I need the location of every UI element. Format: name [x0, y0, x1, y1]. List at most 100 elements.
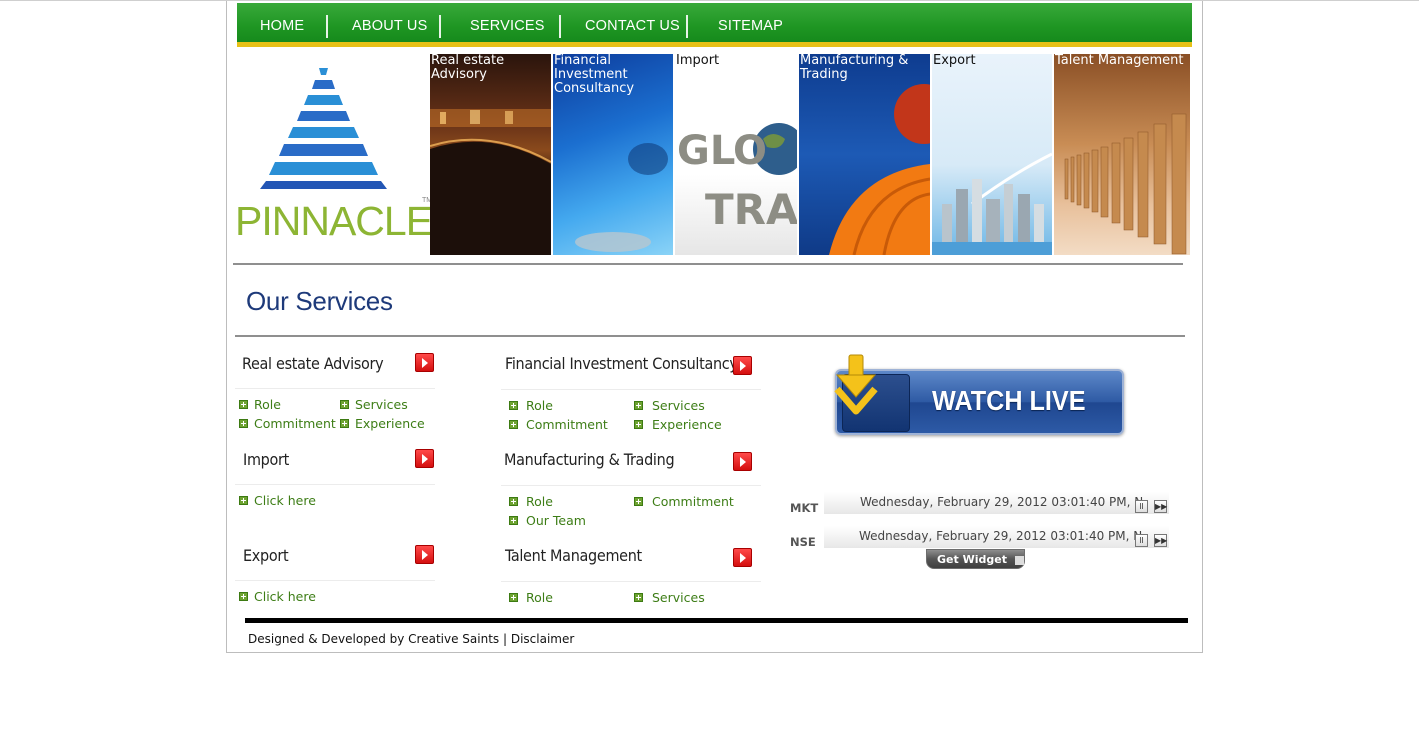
link-click-here[interactable]: Click here: [254, 493, 316, 508]
city-night-image: [430, 109, 551, 255]
fast-forward-icon[interactable]: ▶▶: [1154, 500, 1167, 513]
tile-label: Manufacturing & Trading: [800, 54, 909, 82]
get-widget-button[interactable]: Get Widget: [926, 549, 1025, 569]
link-commitment[interactable]: Commitment: [254, 416, 336, 431]
service-title-financial: Financial Investment Consultancy: [505, 354, 738, 373]
service-title-real-estate: Real estate Advisory: [242, 354, 384, 373]
nav-sitemap[interactable]: SITEMAP: [718, 3, 783, 42]
plus-bullet-icon: [239, 400, 248, 409]
plus-bullet-icon: [509, 401, 518, 410]
link-services[interactable]: Services: [355, 397, 408, 412]
plus-bullet-icon: [509, 593, 518, 602]
footer-bar: [245, 618, 1188, 623]
plus-bullet-icon: [634, 420, 643, 429]
service-rule: [235, 388, 435, 389]
logo-wordmark: PINNACLE: [235, 198, 433, 244]
nav-underline: [237, 42, 1192, 47]
svg-text:TRA: TRA: [705, 185, 797, 234]
tile-export[interactable]: Export: [932, 54, 1052, 255]
link-services[interactable]: Services: [652, 398, 705, 413]
link-commitment[interactable]: Commitment: [526, 417, 608, 432]
link-services[interactable]: Services: [652, 590, 705, 605]
plus-bullet-icon: [509, 516, 518, 525]
services-heading: Our Services: [246, 286, 393, 316]
nav-separator: [326, 15, 328, 38]
link-role[interactable]: Role: [526, 590, 553, 605]
download-arrow-icon: [834, 354, 878, 415]
service-rule: [501, 581, 761, 582]
service-title-import: Import: [243, 450, 289, 469]
service-rule: [501, 485, 761, 486]
watch-live-label: WATCH LIVE: [932, 385, 1086, 416]
divider: [235, 335, 1185, 337]
plus-bullet-icon: [340, 419, 349, 428]
plus-bullet-icon: [634, 497, 643, 506]
nav-services[interactable]: SERVICES: [470, 3, 545, 42]
arrow-right-icon[interactable]: [415, 545, 434, 564]
nav-about-us[interactable]: ABOUT US: [352, 3, 427, 42]
tile-real-estate-advisory[interactable]: Real estate Advisory: [430, 54, 551, 255]
arrow-right-icon[interactable]: [733, 452, 752, 471]
tile-label: Financial Investment Consultancy: [554, 54, 635, 96]
ticker-mkt: Wednesday, February 29, 2012 03:01:40 PM…: [824, 492, 1169, 514]
ticker-nse: Wednesday, February 29, 2012 03:01:40 PM…: [824, 526, 1169, 548]
ticker-label-mkt: MKT: [790, 501, 819, 515]
service-title-export: Export: [243, 546, 289, 565]
pinnacle-logo[interactable]: PINNACLE TM: [235, 53, 433, 243]
fast-forward-icon[interactable]: ▶▶: [1154, 534, 1167, 547]
link-experience[interactable]: Experience: [355, 416, 425, 431]
link-experience[interactable]: Experience: [652, 417, 722, 432]
nav-separator: [686, 15, 688, 38]
main-nav: HOME ABOUT US SERVICES CONTACT US SITEMA…: [237, 3, 1192, 42]
plus-bullet-icon: [239, 496, 248, 505]
arrow-right-icon[interactable]: [733, 356, 752, 375]
nav-separator: [559, 15, 561, 38]
link-click-here[interactable]: Click here: [254, 589, 316, 604]
tile-import[interactable]: GL O TRA Import: [675, 54, 797, 255]
plus-bullet-icon: [239, 592, 248, 601]
tile-manufacturing-trading[interactable]: Manufacturing & Trading: [799, 54, 930, 255]
link-commitment[interactable]: Commitment: [652, 494, 734, 509]
tile-label: Export: [933, 54, 976, 68]
plus-bullet-icon: [634, 593, 643, 602]
figures-image: [1064, 113, 1187, 255]
plus-bullet-icon: [509, 497, 518, 506]
get-widget-label: Get Widget: [937, 553, 1007, 566]
tile-talent-management[interactable]: Talent Management: [1054, 54, 1190, 255]
arrow-right-icon[interactable]: [415, 449, 434, 468]
service-rule: [235, 484, 435, 485]
link-role[interactable]: Role: [526, 494, 553, 509]
plus-bullet-icon: [340, 400, 349, 409]
plus-bullet-icon: [634, 401, 643, 410]
plus-bullet-icon: [239, 419, 248, 428]
tile-financial-investment-consultancy[interactable]: Financial Investment Consultancy: [553, 54, 673, 255]
nav-separator: [439, 15, 441, 38]
pause-icon[interactable]: II: [1135, 500, 1148, 513]
page-frame: HOME ABOUT US SERVICES CONTACT US SITEMA…: [226, 1, 1203, 653]
svg-text:O: O: [733, 128, 767, 174]
divider: [233, 263, 1183, 265]
ticker-label-nse: NSE: [790, 535, 816, 549]
service-title-talent: Talent Management: [505, 546, 642, 565]
link-our-team[interactable]: Our Team: [526, 513, 586, 528]
tile-label: Talent Management: [1055, 54, 1184, 68]
plus-bullet-icon: [509, 420, 518, 429]
svg-text:GL: GL: [677, 128, 735, 174]
pyramid-icon: [260, 68, 387, 189]
tile-label: Import: [676, 54, 720, 68]
skyline-image: [932, 152, 1052, 255]
nav-home[interactable]: HOME: [260, 3, 304, 42]
footer-credits: Designed & Developed by Creative Saints …: [248, 632, 575, 646]
globe-trade-image: GL O TRA: [677, 123, 797, 234]
nav-contact-us[interactable]: CONTACT US: [585, 3, 680, 42]
pause-icon[interactable]: II: [1135, 534, 1148, 547]
service-rule: [235, 580, 435, 581]
service-title-manufacturing: Manufacturing & Trading: [504, 450, 675, 469]
link-role[interactable]: Role: [254, 397, 281, 412]
widget-icon: [1014, 555, 1024, 565]
ticker-text: Wednesday, February 29, 2012 03:01:40 PM…: [860, 495, 1144, 509]
arrow-right-icon[interactable]: [415, 353, 434, 372]
tile-label: Real estate Advisory: [431, 54, 505, 82]
arrow-right-icon[interactable]: [733, 548, 752, 567]
link-role[interactable]: Role: [526, 398, 553, 413]
